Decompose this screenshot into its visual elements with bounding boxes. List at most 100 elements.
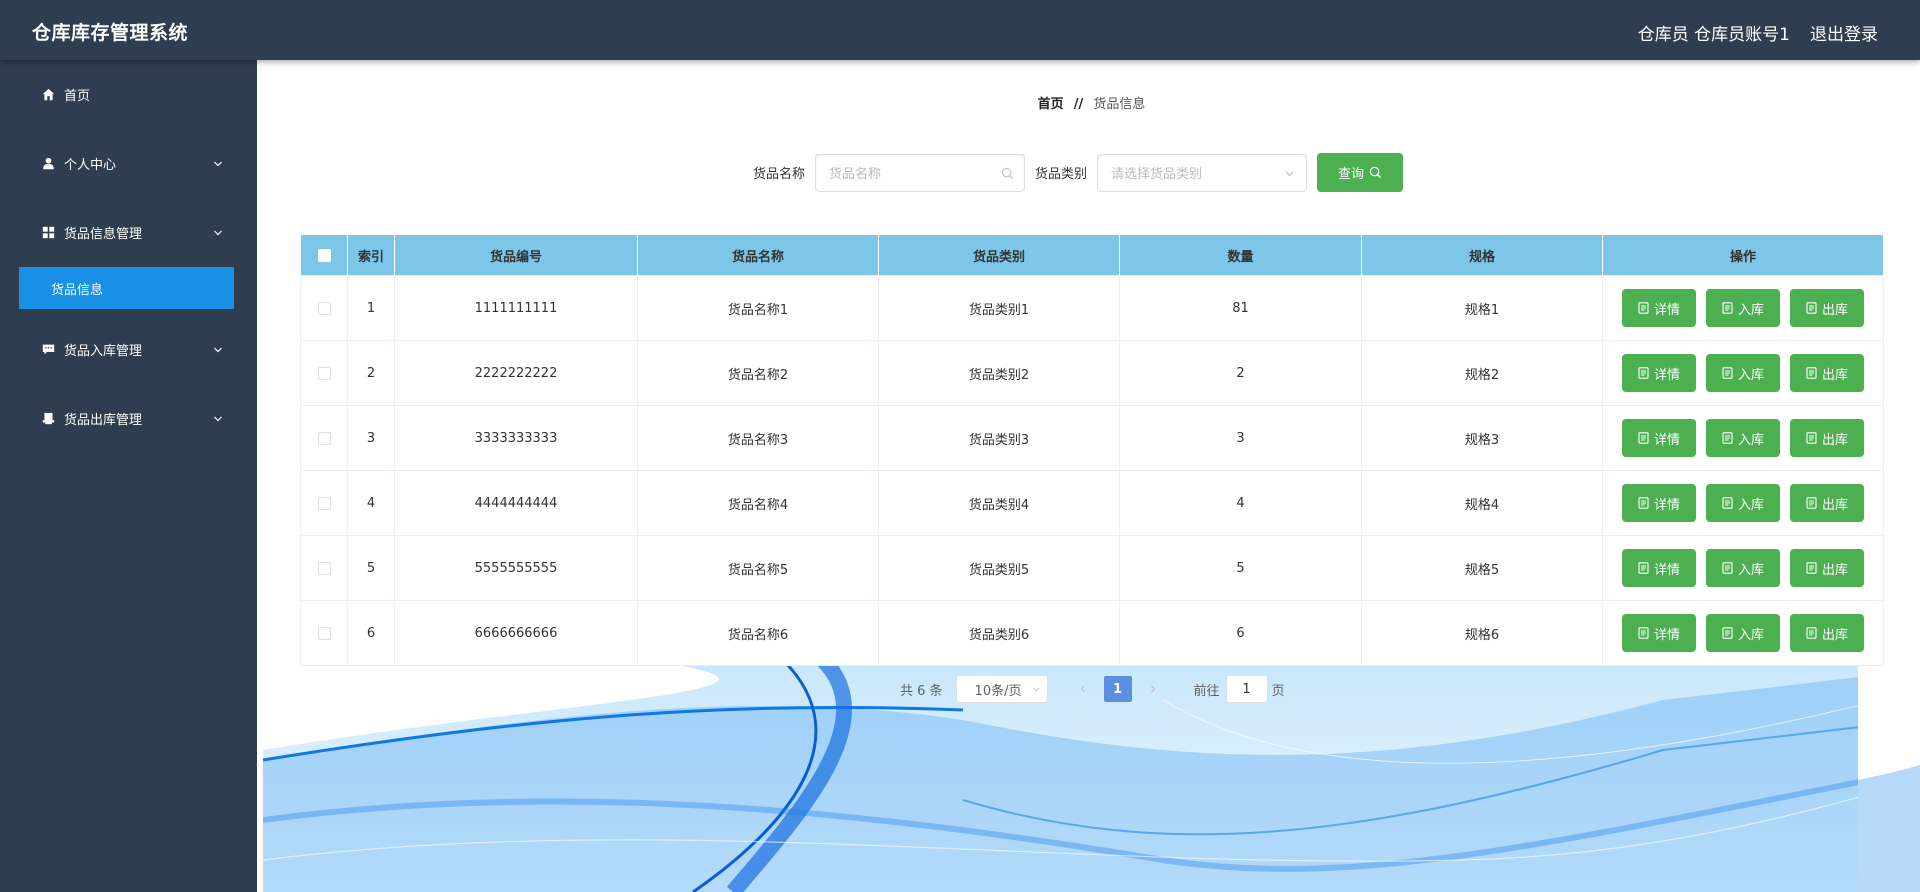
chevron-right-icon: [1150, 685, 1155, 693]
page-size-select[interactable]: 10条/页: [955, 675, 1048, 703]
document-icon: [1722, 302, 1733, 314]
sidebar-item-home[interactable]: 首页: [0, 60, 257, 129]
row-checkbox[interactable]: [317, 431, 331, 445]
document-icon: [1722, 627, 1733, 639]
search-bar: 货品名称 货品名称 货品类别 请选择货品类别 查询: [753, 153, 1404, 192]
sidebar-item-label: 货品出库管理: [64, 413, 143, 428]
home-icon: [42, 88, 55, 101]
sidebar-item-label: 货品信息管理: [64, 227, 143, 242]
row-checkbox[interactable]: [317, 561, 331, 575]
row-checkbox[interactable]: [317, 626, 331, 640]
column-header: 货品类别: [878, 234, 1120, 276]
row-checkbox[interactable]: [317, 496, 331, 510]
query-button[interactable]: 查询: [1317, 153, 1404, 192]
detail-button[interactable]: 详情: [1622, 484, 1696, 522]
cell-spec: 规格5: [1361, 535, 1603, 601]
cell-index: 4: [347, 470, 395, 536]
row-checkbox[interactable]: [317, 366, 331, 380]
cell-code: 2222222222: [394, 340, 638, 406]
sidebar-item-stock-in[interactable]: 货品入库管理: [0, 315, 257, 384]
logout-link[interactable]: 退出登录: [1810, 20, 1878, 45]
document-icon: [1638, 497, 1649, 509]
cell-category: 货品类别6: [878, 600, 1120, 666]
next-page-button[interactable]: [1138, 675, 1168, 703]
prev-page-button[interactable]: [1068, 675, 1098, 703]
cell-category: 货品类别1: [878, 275, 1120, 341]
row-checkbox[interactable]: [317, 301, 331, 315]
cell-spec: 规格4: [1361, 470, 1603, 536]
chevron-left-icon: [1080, 685, 1085, 693]
stock-in-button[interactable]: 入库: [1706, 614, 1780, 652]
stock-in-button[interactable]: 入库: [1706, 289, 1780, 327]
stock-in-button[interactable]: 入库: [1706, 419, 1780, 457]
table-row: 1 1111111111 货品名称1 货品类别1 81 规格1 详情 入库 出库: [300, 275, 1884, 341]
goto-page-input[interactable]: 1: [1225, 675, 1268, 703]
detail-button[interactable]: 详情: [1622, 354, 1696, 392]
stock-out-button[interactable]: 出库: [1790, 614, 1864, 652]
cell-name: 货品名称1: [637, 275, 879, 341]
grid-icon: [42, 226, 55, 239]
table-row: 5 5555555555 货品名称5 货品类别5 5 规格5 详情 入库 出库: [300, 535, 1884, 601]
column-header: 货品名称: [637, 234, 879, 276]
document-icon: [1638, 627, 1649, 639]
breadcrumb-current: 货品信息: [1093, 97, 1146, 112]
detail-button[interactable]: 详情: [1622, 614, 1696, 652]
cell-name: 货品名称3: [637, 405, 879, 471]
detail-button[interactable]: 详情: [1622, 549, 1696, 587]
select-all-checkbox[interactable]: [317, 248, 331, 262]
stock-in-button[interactable]: 入库: [1706, 549, 1780, 587]
sidebar-item-label: 首页: [64, 89, 91, 104]
user-icon: [42, 157, 55, 170]
cell-code: 1111111111: [394, 275, 638, 341]
row-select-cell: [300, 470, 348, 536]
goto-suffix: 页: [1271, 683, 1285, 699]
cell-code: 6666666666: [394, 600, 638, 666]
sidebar-item-stock-out[interactable]: 货品出库管理: [0, 384, 257, 453]
document-icon: [1638, 367, 1649, 379]
sidebar-subitem-goods-info[interactable]: 货品信息: [19, 267, 234, 309]
page-number[interactable]: 1: [1103, 676, 1132, 702]
stock-out-button[interactable]: 出库: [1790, 354, 1864, 392]
sidebar: 首页 个人中心 货品信息管理 货品信息 货品入库管理 货品出库管理: [0, 60, 257, 892]
cell-index: 6: [347, 600, 395, 666]
detail-button[interactable]: 详情: [1622, 419, 1696, 457]
document-icon: [1722, 497, 1733, 509]
cell-index: 2: [347, 340, 395, 406]
cell-actions: 详情 入库 出库: [1602, 275, 1884, 341]
cell-qty: 5: [1119, 535, 1362, 601]
table-row: 6 6666666666 货品名称6 货品类别6 6 规格6 详情 入库 出库: [300, 600, 1884, 666]
stock-in-button[interactable]: 入库: [1706, 484, 1780, 522]
sidebar-item-profile[interactable]: 个人中心: [0, 129, 257, 198]
column-header: 数量: [1119, 234, 1362, 276]
cell-qty: 81: [1119, 275, 1362, 341]
sidebar-subitem-label: 货品信息: [51, 282, 104, 298]
breadcrumb-separator: //: [1073, 97, 1084, 112]
cell-name: 货品名称5: [637, 535, 879, 601]
column-header: 货品编号: [394, 234, 638, 276]
cell-name: 货品名称4: [637, 470, 879, 536]
sidebar-item-goods-management[interactable]: 货品信息管理: [0, 198, 257, 267]
row-select-cell: [300, 535, 348, 601]
stock-out-button[interactable]: 出库: [1790, 549, 1864, 587]
cell-code: 4444444444: [394, 470, 638, 536]
document-icon: [1806, 627, 1817, 639]
cell-name: 货品名称6: [637, 600, 879, 666]
stock-out-button[interactable]: 出库: [1790, 419, 1864, 457]
sidebar-item-label: 货品入库管理: [64, 344, 143, 359]
cell-qty: 6: [1119, 600, 1362, 666]
stock-out-button[interactable]: 出库: [1790, 289, 1864, 327]
cell-spec: 规格6: [1361, 600, 1603, 666]
row-select-cell: [300, 405, 348, 471]
goods-category-select[interactable]: 请选择货品类别: [1097, 153, 1308, 192]
goods-name-input[interactable]: 货品名称: [815, 153, 1026, 192]
cell-category: 货品类别4: [878, 470, 1120, 536]
cell-name: 货品名称2: [637, 340, 879, 406]
cell-code: 3333333333: [394, 405, 638, 471]
document-icon: [1722, 562, 1733, 574]
stock-in-button[interactable]: 入库: [1706, 354, 1780, 392]
sidebar-item-label: 个人中心: [64, 158, 117, 173]
breadcrumb-home[interactable]: 首页: [1038, 97, 1064, 112]
detail-button[interactable]: 详情: [1622, 289, 1696, 327]
stock-out-button[interactable]: 出库: [1790, 484, 1864, 522]
user-area: 仓库员 仓库员账号1 退出登录: [1638, 20, 1878, 45]
